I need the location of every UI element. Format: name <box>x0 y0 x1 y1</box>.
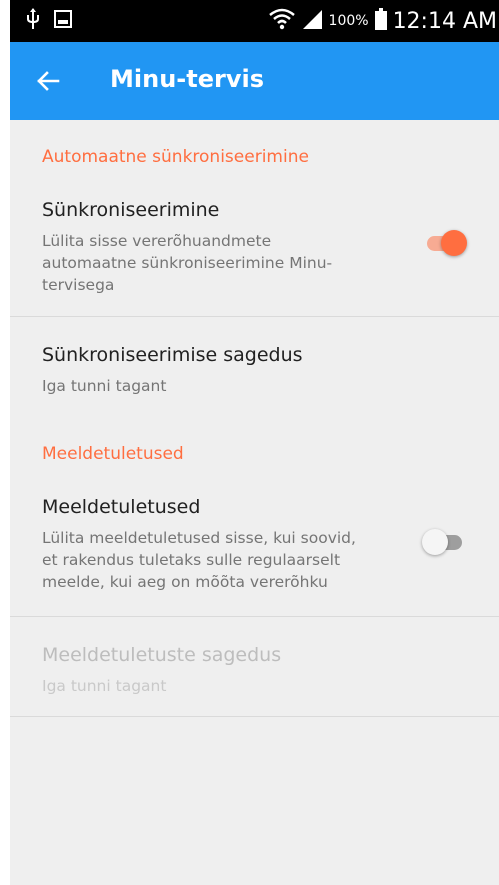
summary-line: Lülita sisse vererõhuandmete <box>42 232 272 250</box>
screen: 100% 12:14 AM Minu-tervis Automaatne sün… <box>10 0 499 885</box>
arrow-back-icon <box>32 71 64 101</box>
divider <box>10 716 499 717</box>
summary-line: Lülita meeldetuletused sisse, kui soovid… <box>42 529 356 547</box>
pref-sync-frequency-summary: Iga tunni tagant <box>42 377 167 395</box>
usb-icon <box>26 8 40 34</box>
divider <box>10 616 499 617</box>
divider <box>10 316 499 317</box>
pref-reminders-frequency-summary: Iga tunni tagant <box>42 677 167 695</box>
battery-icon <box>374 8 387 34</box>
pref-sync-summary: Lülita sisse vererõhuandmete automaatne … <box>42 230 332 296</box>
pref-sync-title: Sünkroniseerimine <box>42 199 220 221</box>
section-header-reminders: Meeldetuletused <box>42 444 184 464</box>
pref-reminders-title: Meeldetuletused <box>42 496 201 518</box>
section-header-sync: Automaatne sünkroniseerimine <box>42 147 309 167</box>
wifi-icon <box>268 7 295 35</box>
switch-thumb <box>441 230 467 256</box>
status-bar: 100% 12:14 AM <box>10 0 499 42</box>
app-bar: Minu-tervis <box>10 42 499 120</box>
summary-line: automaatne sünkroniseerimine Minu- <box>42 254 333 272</box>
pref-reminders-frequency-title: Meeldetuletuste sagedus <box>42 644 282 666</box>
switch-thumb <box>422 529 448 555</box>
back-button[interactable] <box>32 65 64 97</box>
sync-toggle[interactable] <box>423 228 467 258</box>
battery-percent: 100% <box>328 13 369 29</box>
signal-icon <box>301 8 323 34</box>
summary-line: meelde, kui aeg on mõõta vererõhku <box>42 573 328 591</box>
pref-reminders-summary: Lülita meeldetuletused sisse, kui soovid… <box>42 527 356 593</box>
gallery-icon <box>54 10 72 32</box>
summary-line: tervisega <box>42 276 115 294</box>
summary-line: et rakendus tuletaks sulle regulaarselt <box>42 551 341 569</box>
clock: 12:14 AM <box>392 8 497 34</box>
page-title: Minu-tervis <box>110 65 264 93</box>
reminders-toggle[interactable] <box>422 527 466 557</box>
pref-sync-frequency-title: Sünkroniseerimise sagedus <box>42 344 303 366</box>
